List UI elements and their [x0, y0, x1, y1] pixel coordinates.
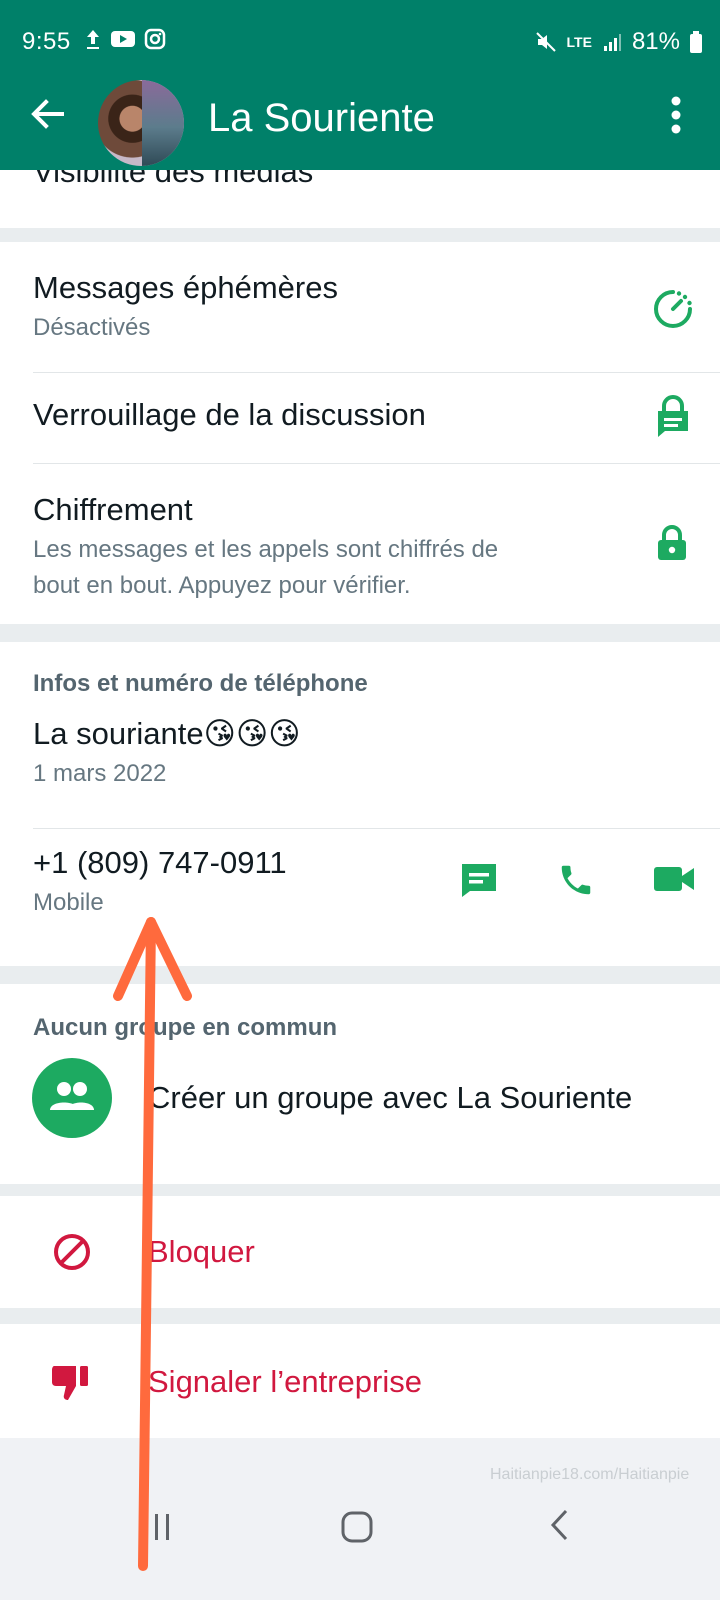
back-nav-icon[interactable]: [548, 1508, 570, 1542]
recent-apps-icon[interactable]: [140, 1512, 174, 1542]
timer-icon: [654, 290, 692, 328]
phone-row[interactable]: +1 (809) 747-0911 Mobile: [0, 829, 720, 966]
status-time: 9:55: [22, 28, 71, 55]
about-row[interactable]: La souriante😘😘😘 1 mars 2022: [0, 704, 720, 820]
contact-name[interactable]: La Souriente: [208, 96, 435, 141]
encryption-description-line2: bout en bout. Appuyez pour vérifier.: [33, 572, 411, 599]
group-icon: [50, 1082, 94, 1110]
phone-type: Mobile: [33, 889, 104, 916]
top-app-bar: 9:55 LTE 81% La Souriente: [0, 0, 720, 170]
upload-icon: [87, 30, 99, 49]
signal-icon: [603, 34, 621, 51]
groups-section-label: Aucun groupe en commun: [33, 1014, 338, 1041]
encryption-row[interactable]: Chiffrement Les messages et les appels s…: [0, 464, 720, 624]
block-row[interactable]: Bloquer: [0, 1196, 720, 1308]
info-section-label: Infos et numéro de téléphone: [33, 670, 368, 697]
ephemeral-messages-status: Désactivés: [33, 314, 151, 341]
report-row[interactable]: Signaler l’entreprise: [0, 1324, 720, 1438]
about-text: La souriante😘😘😘: [33, 716, 301, 751]
avatar[interactable]: [98, 80, 184, 166]
watermark: Haitianpie18.com/Haitianpie: [490, 1466, 690, 1483]
youtube-icon: [111, 31, 135, 47]
more-options-icon[interactable]: [670, 96, 682, 134]
chat-lock-icon: [658, 395, 688, 437]
chat-lock-title: Verrouillage de la discussion: [33, 397, 426, 432]
message-icon[interactable]: [458, 861, 500, 899]
battery-percent: 81%: [631, 28, 680, 55]
report-label: Signaler l’entreprise: [148, 1364, 422, 1399]
chat-lock-row[interactable]: Verrouillage de la discussion: [0, 373, 720, 463]
status-right-icons: LTE 81%: [535, 28, 702, 56]
battery-icon: [690, 31, 702, 53]
phone-call-icon[interactable]: [557, 861, 595, 899]
encryption-description-line1: Les messages et les appels sont chiffrés…: [33, 536, 499, 563]
about-date: 1 mars 2022: [33, 760, 167, 787]
back-arrow-icon[interactable]: [28, 94, 68, 134]
create-group-row[interactable]: Créer un groupe avec La Souriente: [0, 1054, 720, 1174]
settings-panel: Messages éphémères Désactivés Verrouilla…: [0, 242, 720, 624]
network-type: LTE: [566, 34, 592, 50]
ephemeral-messages-row[interactable]: Messages éphémères Désactivés: [0, 242, 720, 372]
phone-number: +1 (809) 747-0911: [33, 845, 287, 880]
home-icon[interactable]: [340, 1510, 374, 1544]
encryption-title: Chiffrement: [33, 492, 193, 527]
header-row: La Souriente: [0, 80, 720, 170]
mute-icon: [535, 32, 556, 52]
instagram-icon: [144, 28, 166, 50]
ephemeral-messages-title: Messages éphémères: [33, 270, 338, 305]
lock-icon: [658, 525, 686, 560]
thumbs-down-icon: [52, 1366, 88, 1400]
create-group-avatar: [32, 1058, 112, 1138]
block-icon: [54, 1234, 90, 1270]
video-call-icon[interactable]: [652, 863, 696, 895]
status-bar: 9:55 LTE 81%: [0, 0, 720, 80]
system-navigation-bar: [0, 1438, 720, 1600]
create-group-label: Créer un groupe avec La Souriente: [148, 1080, 633, 1115]
info-panel: Infos et numéro de téléphone La souriant…: [0, 642, 720, 966]
status-left-icons: [84, 28, 166, 50]
block-label: Bloquer: [148, 1234, 255, 1269]
groups-panel: Aucun groupe en commun Créer un groupe a…: [0, 984, 720, 1184]
